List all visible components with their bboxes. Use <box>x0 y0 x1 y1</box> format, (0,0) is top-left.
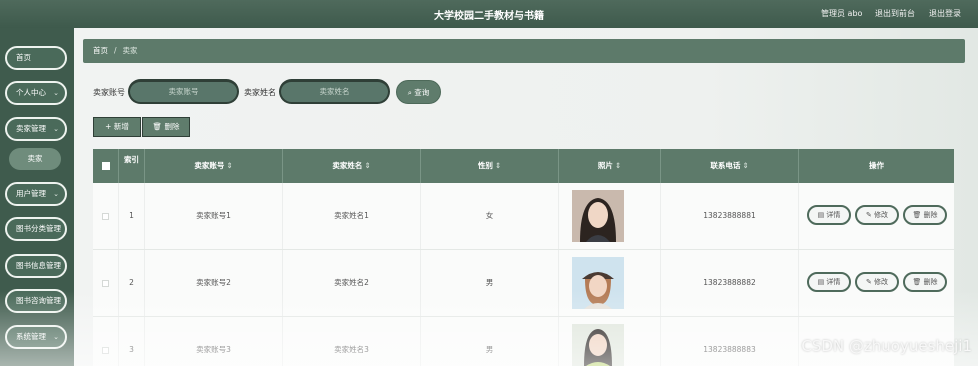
seller-photo[interactable] <box>572 324 624 366</box>
document-icon: ▤ <box>817 211 825 219</box>
row-ops: ▤ 详情 ✎ 修改 🗑 删除 <box>799 250 954 316</box>
edit-button[interactable]: ✎ 修改 <box>855 205 899 225</box>
table-header: 索引 卖家账号 ⇕ 卖家姓名 ⇕ 性别 ⇕ 照片 ⇕ 联系电话 ⇕ 操作 <box>93 149 954 183</box>
sidebar-item-label: 个人中心 <box>16 88 46 97</box>
sidebar-item-system[interactable]: 系统管理 ⌄ <box>5 325 67 349</box>
batch-delete-label: 删除 <box>164 122 180 131</box>
batch-delete-button[interactable]: 🗑 删除 <box>142 117 190 137</box>
row-name: 卖家姓名1 <box>283 183 421 249</box>
header-name[interactable]: 卖家姓名 ⇕ <box>283 149 421 183</box>
chevron-down-icon: ⌄ <box>53 333 59 341</box>
row-gender: 男 <box>421 317 559 366</box>
row-phone: 13823888883 <box>661 317 799 366</box>
query-button[interactable]: ⌕ 查询 <box>396 80 441 104</box>
seller-name-label: 卖家姓名 <box>244 88 276 97</box>
sidebar-item-personal-center[interactable]: 个人中心 ⌄ <box>5 81 67 105</box>
sort-icon: ⇕ <box>494 161 502 170</box>
sidebar-item-label: 卖家管理 <box>16 124 46 133</box>
sort-icon: ⇕ <box>614 161 622 170</box>
seller-account-label: 卖家账号 <box>93 88 125 97</box>
table-row: 2 卖家账号2 卖家姓名2 男 13823888882 ▤ 详情 ✎ 修改 🗑 … <box>93 250 954 317</box>
seller-table: 索引 卖家账号 ⇕ 卖家姓名 ⇕ 性别 ⇕ 照片 ⇕ 联系电话 ⇕ 操作 1 卖家账号1 … <box>93 149 954 366</box>
sidebar-item-label: 系统管理 <box>16 332 46 341</box>
trash-icon: 🗑 <box>912 211 922 219</box>
row-gender: 男 <box>421 250 559 316</box>
breadcrumb: 首页 / 卖家 <box>83 39 965 63</box>
sidebar-item-book-category[interactable]: 图书分类管理 <box>5 217 67 241</box>
row-phone: 13823888881 <box>661 183 799 249</box>
row-phone: 13823888882 <box>661 250 799 316</box>
chevron-down-icon: ⌄ <box>53 190 59 198</box>
sidebar-item-label: 图书信息管理 <box>16 261 61 270</box>
row-name: 卖家姓名3 <box>283 317 421 366</box>
edit-button[interactable]: ✎ 修改 <box>855 272 899 292</box>
row-photo-cell <box>559 183 661 249</box>
admin-user-label: 管理员 abo <box>821 9 863 18</box>
detail-button[interactable]: ▤ 详情 <box>807 205 851 225</box>
row-index: 3 <box>119 317 145 366</box>
pencil-icon: ✎ <box>865 278 872 286</box>
row-index: 1 <box>119 183 145 249</box>
sidebar-item-label: 图书咨询管理 <box>16 296 61 305</box>
seller-photo[interactable] <box>572 190 624 242</box>
sidebar-item-label: 图书分类管理 <box>16 224 61 233</box>
trash-icon: 🗑 <box>912 278 922 286</box>
back-to-frontend-link[interactable]: 退出到前台 <box>875 8 915 19</box>
search-icon: ⌕ <box>407 88 412 97</box>
sidebar-item-home[interactable]: 首页 <box>5 46 67 70</box>
header-phone[interactable]: 联系电话 ⇕ <box>661 149 799 183</box>
select-all-checkbox[interactable] <box>93 149 119 183</box>
row-index: 2 <box>119 250 145 316</box>
row-checkbox[interactable] <box>93 183 119 249</box>
table-row: 1 卖家账号1 卖家姓名1 女 13823888881 ▤ 详情 ✎ 修改 � <box>93 183 954 250</box>
header-index: 索引 <box>119 149 145 183</box>
delete-button[interactable]: 🗑 删除 <box>903 205 947 225</box>
pencil-icon: ✎ <box>865 211 872 219</box>
sidebar-item-user-management[interactable]: 用户管理 ⌄ <box>5 182 67 206</box>
main-content: 首页 / 卖家 卖家账号 卖家账号 卖家姓名 卖家姓名 ⌕ 查询 + 新增 🗑 删除… <box>74 28 978 366</box>
chevron-down-icon: ⌄ <box>53 125 59 133</box>
delete-button[interactable]: 🗑 删除 <box>903 272 947 292</box>
header-gender[interactable]: 性别 ⇕ <box>421 149 559 183</box>
sort-icon: ⇕ <box>364 161 371 170</box>
header-account[interactable]: 卖家账号 ⇕ <box>145 149 283 183</box>
chevron-down-icon: ⌄ <box>53 89 59 97</box>
sidebar-item-book-consult[interactable]: 图书咨询管理 <box>5 289 67 313</box>
add-button[interactable]: + 新增 <box>93 117 141 137</box>
row-photo-cell <box>559 317 661 366</box>
row-checkbox[interactable] <box>93 250 119 316</box>
detail-button[interactable]: ▤ 详情 <box>807 272 851 292</box>
sidebar: 首页 个人中心 ⌄ 卖家管理 ⌄ 卖家 用户管理 ⌄ 图书分类管理 图书信息管理… <box>0 28 74 366</box>
row-account: 卖家账号2 <box>145 250 283 316</box>
seller-name-input[interactable]: 卖家姓名 <box>279 79 390 104</box>
sidebar-subitem-seller[interactable]: 卖家 <box>9 148 61 170</box>
header-ops: 操作 <box>869 161 884 170</box>
top-header: 大学校园二手教材与书籍 管理员 abo 退出到前台 退出登录 <box>0 0 978 28</box>
header-photo[interactable]: 照片 ⇕ <box>559 149 661 183</box>
row-account: 卖家账号1 <box>145 183 283 249</box>
row-photo-cell <box>559 250 661 316</box>
breadcrumb-current: 卖家 <box>122 46 138 55</box>
query-button-label: 查询 <box>414 88 430 97</box>
sidebar-item-label: 首页 <box>16 53 31 62</box>
breadcrumb-separator: / <box>114 46 117 55</box>
sort-icon: ⇕ <box>226 161 233 170</box>
sidebar-item-label: 用户管理 <box>16 189 46 198</box>
row-gender: 女 <box>421 183 559 249</box>
sidebar-item-book-info[interactable]: 图书信息管理 <box>5 254 67 278</box>
watermark: CSDN @zhuoyuesheji1 <box>801 337 972 355</box>
row-account: 卖家账号3 <box>145 317 283 366</box>
breadcrumb-home[interactable]: 首页 <box>93 46 108 55</box>
row-name: 卖家姓名2 <box>283 250 421 316</box>
logout-link[interactable]: 退出登录 <box>929 8 961 19</box>
row-checkbox[interactable] <box>93 317 119 366</box>
seller-account-input[interactable]: 卖家账号 <box>128 79 239 104</box>
document-icon: ▤ <box>817 278 825 286</box>
seller-photo[interactable] <box>572 257 624 309</box>
trash-icon: 🗑 <box>152 122 163 131</box>
row-ops: ▤ 详情 ✎ 修改 🗑 删除 <box>799 183 954 249</box>
sidebar-item-seller-management[interactable]: 卖家管理 ⌄ <box>5 117 67 141</box>
sort-icon: ⇕ <box>742 161 749 170</box>
